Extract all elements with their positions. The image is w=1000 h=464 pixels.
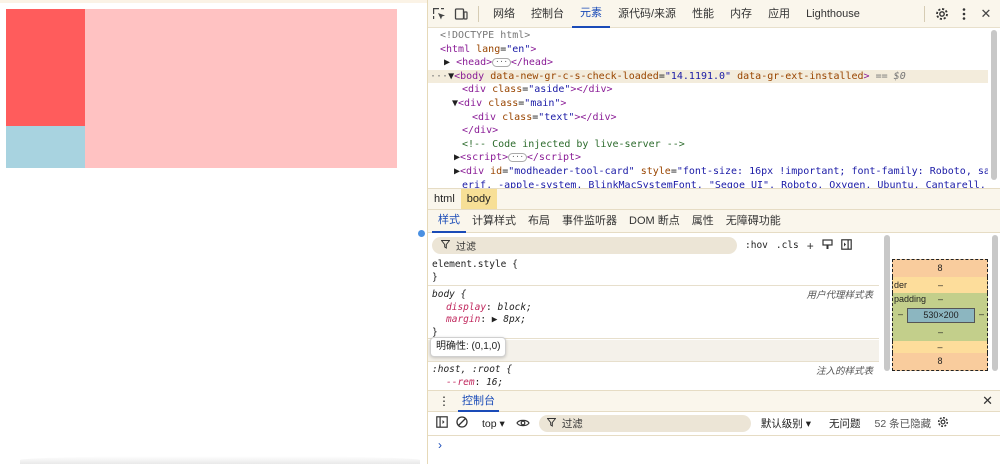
issues-count[interactable]: 无问题 [829, 416, 861, 431]
separator [924, 5, 925, 22]
tree-line-div-close[interactable]: </div> [428, 124, 988, 138]
specificity-tooltip: 明确性: (0,1,0) [430, 337, 507, 357]
live-expression-eye-icon[interactable] [513, 417, 533, 431]
rule-host-root[interactable]: 注入的样式表 :host, :root { --rem: 16; [428, 362, 879, 390]
console-settings-gear-icon[interactable] [937, 416, 949, 431]
tree-scrollbar[interactable] [990, 28, 998, 188]
tab-memory[interactable]: 内存 [722, 0, 760, 28]
add-rule-icon[interactable]: + [807, 239, 814, 253]
tree-line-div-text[interactable]: <div class="text"></div> [428, 111, 988, 125]
console-toolbar: top ▾ 过滤 默认级别 ▾ 无问题 52 条已隐藏 [428, 412, 1000, 436]
ellipsis-badge[interactable]: ··· [492, 57, 511, 67]
settings-gear-icon[interactable] [931, 3, 953, 25]
tab-dom-breakpoints[interactable]: DOM 断点 [623, 210, 686, 233]
box-model-content[interactable]: 530×200 [907, 308, 975, 323]
styles-filter-bar: 过滤 :hov .cls + [432, 236, 879, 255]
filter-icon [440, 239, 451, 252]
separator [478, 5, 479, 22]
tab-sources[interactable]: 源代码/来源 [610, 0, 684, 28]
tab-performance[interactable]: 性能 [684, 0, 722, 28]
rule-element-style[interactable]: element.style { } [428, 257, 879, 286]
page-preview [0, 0, 427, 464]
class-toggle[interactable]: .cls [776, 240, 799, 251]
ellipsis-badge[interactable]: ··· [508, 152, 527, 162]
dom-tree[interactable]: <!DOCTYPE html> <html lang="en"> ▶ <head… [428, 28, 988, 188]
tab-properties[interactable]: 属性 [686, 210, 720, 233]
tab-lighthouse[interactable]: Lighthouse [798, 0, 868, 28]
close-drawer-icon[interactable]: ✕ [982, 393, 993, 409]
log-levels-dropdown[interactable]: 默认级别 ▾ [761, 416, 811, 431]
resize-handle[interactable] [417, 229, 426, 238]
tab-layout[interactable]: 布局 [522, 210, 556, 233]
context-selector[interactable]: top ▾ [478, 418, 509, 430]
console-filter-input[interactable]: 过滤 [538, 415, 751, 432]
tree-line-head[interactable]: ▶ <head> ··· </head> [428, 56, 988, 70]
tab-console[interactable]: 控制台 [523, 0, 572, 28]
styles-subtabs: 样式 计算样式 布局 事件监听器 DOM 断点 属性 无障碍功能 [428, 210, 1000, 233]
tree-line-div-aside[interactable]: <div class="aside"></div> [428, 83, 988, 97]
tab-event-listeners[interactable]: 事件监听器 [556, 210, 623, 233]
box-model-border-bottom[interactable]: – [892, 341, 988, 353]
styles-filter-input[interactable]: 过滤 [432, 237, 737, 254]
drawer-menu-icon[interactable]: ⋮ [438, 394, 450, 408]
drawer-tab-console[interactable]: 控制台 [458, 391, 499, 412]
tree-line-modheader-cont: erif, -apple-system, BlinkMacSystemFont,… [462, 179, 988, 188]
devtools-panel: 网络 控制台 元素 源代码/来源 性能 内存 应用 Lighthouse ✕ <… [427, 0, 1000, 464]
box-model: 8 der – padding – – 530×200 – – – 8 [891, 233, 1000, 390]
breadcrumb-html[interactable]: html [428, 189, 461, 209]
dropdown-arrow-icon: ▾ [499, 417, 505, 430]
breadcrumb-body[interactable]: body [460, 189, 497, 209]
devtools-tabbar: 网络 控制台 元素 源代码/来源 性能 内存 应用 Lighthouse ✕ [428, 0, 1000, 28]
tab-elements[interactable]: 元素 [572, 0, 610, 28]
tab-application[interactable]: 应用 [760, 0, 798, 28]
tree-line-doctype[interactable]: <!DOCTYPE html> [428, 29, 988, 43]
hidden-messages-count: 52 条已隐藏 [874, 418, 932, 430]
expand-arrow-icon[interactable]: ▶ [444, 57, 450, 68]
tree-line-body[interactable]: ···▼<body data-new-gr-c-s-check-loaded="… [428, 69, 988, 84]
rule-body[interactable]: 用户代理样式表 body { display: block; margin: ▶… [428, 287, 879, 339]
tab-styles[interactable]: 样式 [432, 210, 466, 233]
box-model-margin-bottom[interactable]: 8 [892, 353, 988, 371]
box-model-scrollbar[interactable] [991, 233, 999, 390]
tab-computed[interactable]: 计算样式 [466, 210, 522, 233]
tree-line-comment[interactable]: <!-- Code injected by live-server --> [428, 138, 988, 152]
rule-source: 注入的样式表 [815, 366, 873, 377]
inspect-element-icon[interactable] [428, 3, 450, 25]
rule-source: 用户代理样式表 [806, 290, 873, 301]
box-model-border[interactable]: der – [892, 277, 988, 293]
more-options-icon[interactable] [953, 3, 975, 25]
console-sidebar-icon[interactable] [432, 416, 452, 431]
aside-block-lower [6, 126, 85, 168]
hover-state-toggle[interactable]: :hov [745, 240, 768, 251]
color-format-icon[interactable] [822, 238, 833, 253]
toggle-sidebar-icon[interactable] [840, 238, 852, 253]
close-devtools-icon[interactable]: ✕ [975, 3, 997, 25]
breadcrumb: html body [428, 188, 1000, 210]
box-model-padding[interactable]: padding – – 530×200 – – [892, 293, 988, 341]
console-prompt[interactable]: › [438, 438, 442, 452]
expand-arrow-icon[interactable]: ▶ [492, 314, 498, 325]
tree-line-script[interactable]: ▶<script> ··· </script> [428, 151, 988, 165]
tree-line-modheader[interactable]: ▶<div id="modheader-tool-card" style="fo… [428, 165, 988, 179]
styles-pane: 过滤 :hov .cls + element.style { } 用户代理样式表… [428, 233, 883, 390]
bottom-shadow [20, 456, 420, 464]
tab-accessibility[interactable]: 无障碍功能 [720, 210, 787, 233]
tree-line-html[interactable]: <html lang="en"> [428, 43, 988, 57]
clear-console-icon[interactable] [452, 416, 472, 431]
device-toolbar-icon[interactable] [450, 3, 472, 25]
styles-scrollbar[interactable] [883, 233, 891, 390]
tree-line-div-main[interactable]: ▼<div class="main"> [428, 97, 988, 111]
filter-icon [546, 417, 557, 430]
main-block [85, 9, 397, 168]
dropdown-arrow-icon: ▾ [805, 418, 812, 430]
aside-block [6, 9, 85, 126]
tab-network[interactable]: 网络 [485, 0, 523, 28]
box-model-margin[interactable]: 8 [892, 259, 988, 277]
drawer-header: ⋮ 控制台 ✕ [428, 390, 1000, 412]
